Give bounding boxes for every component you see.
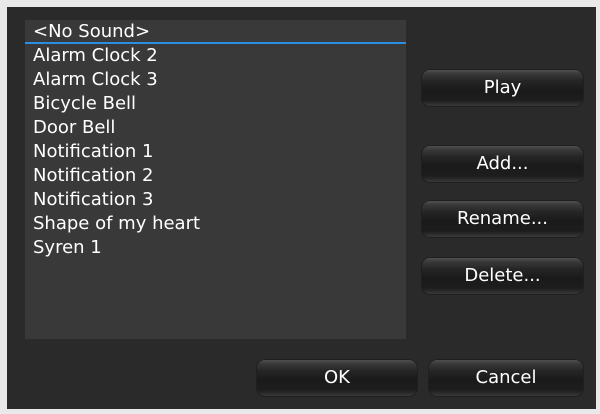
sound-list[interactable]: <No Sound> Alarm Clock 2 Alarm Clock 3 B…	[25, 20, 406, 339]
list-item[interactable]: Alarm Clock 3	[25, 68, 406, 92]
list-item[interactable]: Notification 1	[25, 140, 406, 164]
list-item[interactable]: <No Sound>	[25, 20, 406, 44]
list-item[interactable]: Alarm Clock 2	[25, 44, 406, 68]
add-button[interactable]: Add...	[421, 145, 584, 183]
list-item[interactable]: Notification 3	[25, 188, 406, 212]
list-item[interactable]: Bicycle Bell	[25, 92, 406, 116]
cancel-button[interactable]: Cancel	[428, 359, 584, 397]
list-item[interactable]: Notification 2	[25, 164, 406, 188]
list-item[interactable]: Syren 1	[25, 236, 406, 260]
ok-button[interactable]: OK	[256, 359, 418, 397]
play-button[interactable]: Play	[421, 69, 584, 107]
sound-picker-dialog: <No Sound> Alarm Clock 2 Alarm Clock 3 B…	[0, 0, 600, 414]
rename-button[interactable]: Rename...	[421, 200, 584, 238]
delete-button[interactable]: Delete...	[421, 257, 584, 295]
list-item[interactable]: Door Bell	[25, 116, 406, 140]
list-item[interactable]: Shape of my heart	[25, 212, 406, 236]
